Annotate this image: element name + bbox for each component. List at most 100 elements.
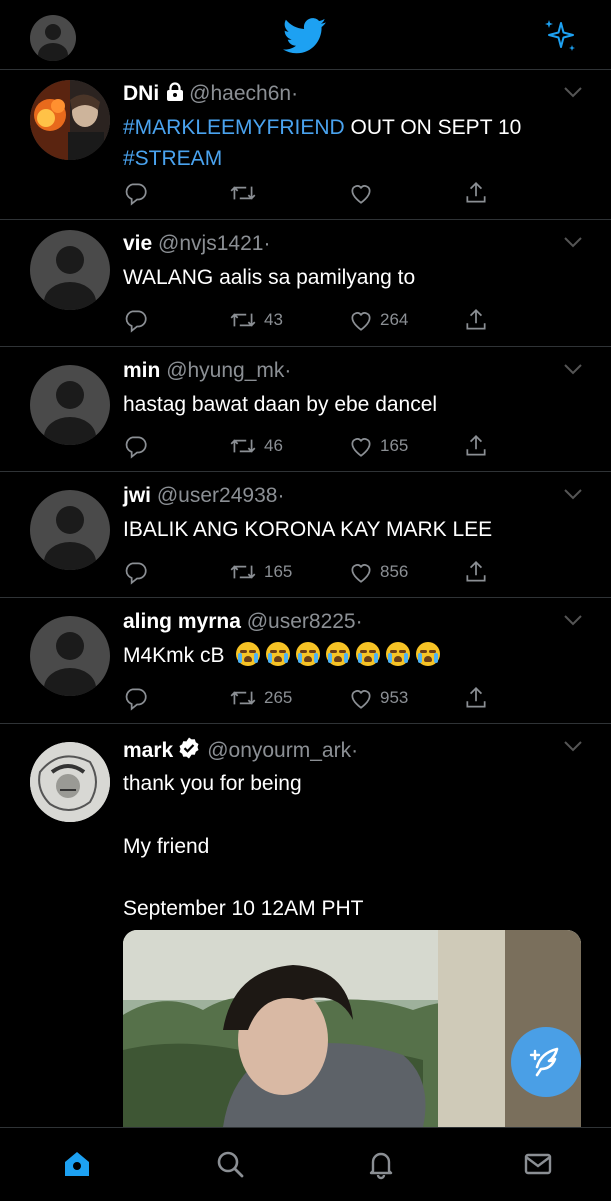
reply-button[interactable]: [123, 180, 149, 206]
share-button[interactable]: [463, 307, 489, 333]
tweet-text: hastag bawat daan by ebe dancel: [123, 393, 438, 416]
tweet-actions: 46 165: [123, 433, 493, 459]
hashtag-link[interactable]: #STREAM: [123, 147, 222, 170]
share-button[interactable]: [463, 685, 489, 711]
avatar[interactable]: [30, 230, 110, 310]
tweet-text-line: My friend: [123, 835, 210, 858]
share-icon: [466, 182, 486, 203]
home-icon[interactable]: [61, 1148, 93, 1180]
like-button[interactable]: [348, 180, 380, 206]
display-name[interactable]: mark: [123, 739, 173, 762]
twitter-bird-icon[interactable]: [283, 18, 327, 54]
chevron-down-icon[interactable]: [563, 488, 583, 500]
tweet-header: vie @nvjs1421·: [123, 232, 270, 256]
chevron-down-icon[interactable]: [563, 86, 583, 98]
retweet-button[interactable]: [228, 180, 264, 206]
reply-button[interactable]: [123, 433, 149, 459]
lock-icon: [167, 82, 184, 101]
search-icon[interactable]: [214, 1148, 246, 1180]
avatar[interactable]: [30, 742, 110, 822]
like-button[interactable]: 165: [348, 433, 408, 459]
retweet-icon: [230, 691, 256, 705]
default-avatar-icon: [44, 506, 96, 570]
handle[interactable]: @user24938: [157, 484, 278, 507]
avatar[interactable]: [30, 490, 110, 570]
chevron-down-icon[interactable]: [563, 740, 583, 752]
tweet[interactable]: jwi @user24938· IBALIK ANG KORONA KAY MA…: [0, 472, 611, 598]
separator: ·: [277, 484, 285, 507]
tweet-text-line: September 10 12AM PHT: [123, 897, 364, 920]
heart-icon: [351, 438, 371, 457]
tweet-text-line: thank you for being: [123, 772, 302, 795]
loudly-crying-face-icon: [266, 642, 291, 666]
avatar[interactable]: [30, 616, 110, 696]
reply-icon: [125, 310, 147, 333]
like-button[interactable]: 953: [348, 685, 408, 711]
compose-tweet-icon: [529, 1047, 559, 1077]
avatar[interactable]: [30, 365, 110, 445]
handle[interactable]: @haech6n: [189, 82, 291, 105]
like-count: 264: [380, 310, 409, 329]
separator: ·: [355, 610, 363, 633]
heart-icon: [351, 312, 371, 331]
tweet-header: jwi @user24938·: [123, 484, 284, 508]
avatar-photo: [30, 742, 110, 822]
share-button[interactable]: [463, 559, 489, 585]
tweet-header: mark @onyourm_ark·: [123, 736, 358, 763]
tweet[interactable]: DNi @haech6n· #MARKLEEMYFRIEND OUT ON SEP…: [0, 70, 611, 220]
tweet-header: DNi @haech6n·: [123, 82, 298, 106]
tweet[interactable]: min @hyung_mk· hastag bawat daan by ebe …: [0, 347, 611, 472]
avatar-photo: [30, 80, 110, 160]
retweet-button[interactable]: 265: [228, 685, 292, 711]
tweet-text: WALANG aalis sa pamilyang to: [123, 266, 416, 289]
separator: ·: [284, 359, 292, 382]
retweet-button[interactable]: 165: [228, 559, 292, 585]
top-bar: [0, 0, 611, 70]
handle[interactable]: @nvjs1421: [158, 232, 263, 255]
reply-icon: [125, 688, 147, 711]
default-avatar-icon: [44, 381, 96, 445]
tweet-actions: 165 856: [123, 559, 493, 585]
handle[interactable]: @hyung_mk: [166, 359, 284, 382]
compose-tweet-button[interactable]: [511, 1027, 581, 1097]
like-button[interactable]: 264: [348, 307, 408, 333]
retweet-count: 46: [264, 436, 283, 455]
tweet[interactable]: vie @nvjs1421· WALANG aalis sa pamilyang…: [0, 220, 611, 347]
sparkle-icon[interactable]: [544, 18, 578, 52]
user-avatar-icon: [38, 24, 68, 61]
like-button[interactable]: 856: [348, 559, 408, 585]
display-name[interactable]: min: [123, 359, 160, 382]
share-icon: [466, 561, 486, 582]
tweet-header: aling myrna @user8225·: [123, 610, 363, 634]
display-name[interactable]: aling myrna: [123, 610, 241, 633]
display-name[interactable]: vie: [123, 232, 152, 255]
tweet-header: min @hyung_mk·: [123, 359, 291, 383]
retweet-icon: [230, 565, 256, 579]
chevron-down-icon[interactable]: [563, 236, 583, 248]
share-button[interactable]: [463, 180, 489, 206]
reply-button[interactable]: [123, 307, 149, 333]
share-button[interactable]: [463, 433, 489, 459]
profile-avatar-button[interactable]: [30, 15, 76, 61]
like-count: 856: [380, 562, 409, 581]
messages-icon[interactable]: [522, 1148, 554, 1180]
tweet[interactable]: aling myrna @user8225· M4Kmk cB 265 953: [0, 598, 611, 724]
chevron-down-icon[interactable]: [563, 614, 583, 626]
avatar[interactable]: [30, 80, 110, 160]
loudly-crying-face-icon: [386, 642, 411, 666]
hashtag-link[interactable]: #MARKLEEMYFRIEND: [123, 116, 345, 139]
handle[interactable]: @user8225: [247, 610, 356, 633]
display-name[interactable]: jwi: [123, 484, 151, 507]
chevron-down-icon[interactable]: [563, 363, 583, 375]
loudly-crying-face-icon: [416, 642, 441, 666]
retweet-button[interactable]: 43: [228, 307, 283, 333]
reply-button[interactable]: [123, 685, 149, 711]
notifications-icon[interactable]: [365, 1148, 397, 1180]
handle[interactable]: @onyourm_ark: [207, 739, 351, 762]
display-name[interactable]: DNi: [123, 82, 159, 105]
heart-icon: [351, 564, 371, 583]
retweet-count: 165: [264, 562, 293, 581]
retweet-button[interactable]: 46: [228, 433, 283, 459]
verified-badge-icon: [179, 737, 199, 759]
reply-button[interactable]: [123, 559, 149, 585]
